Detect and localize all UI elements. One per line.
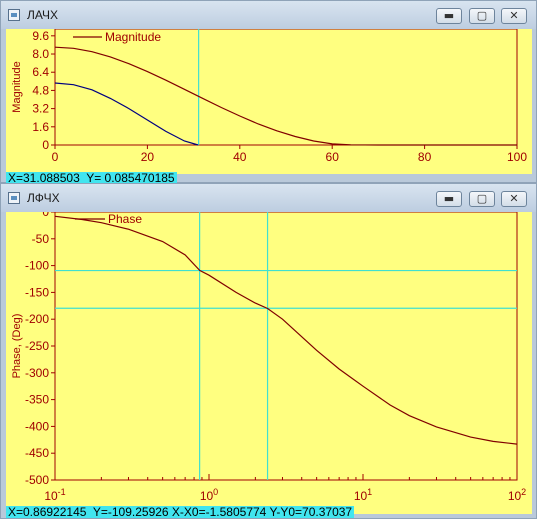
y-tick-label: 0 xyxy=(42,138,49,152)
y-tick-label: -200 xyxy=(25,312,49,326)
x-tick-label: 102 xyxy=(508,487,526,503)
y-tick-label: -350 xyxy=(25,393,49,407)
phase-chart[interactable]: 10-1 100 101 102 0 -50 -100 -150 -200 -250 -300 -35… xyxy=(6,212,532,514)
maximize-button[interactable]: ▢ xyxy=(469,8,495,24)
maximize-button[interactable]: ▢ xyxy=(469,191,495,207)
y-tick-label: -300 xyxy=(25,366,49,380)
y-tick-label: 4.8 xyxy=(32,83,49,97)
minimize-button[interactable]: ▬ xyxy=(436,8,462,24)
x-tick-label: 80 xyxy=(418,150,432,164)
x-tick-label: 101 xyxy=(354,487,372,503)
window-app-icon[interactable] xyxy=(8,192,20,204)
y-tick-label: -500 xyxy=(25,473,49,487)
magnitude-window-title: ЛАЧХ xyxy=(27,8,58,22)
series-line xyxy=(54,82,199,146)
magnitude-title-bar[interactable]: ЛАЧХ ▬ ▢ ✕ xyxy=(1,1,536,29)
close-button[interactable]: ✕ xyxy=(501,191,527,207)
legend-label: Magnitude xyxy=(105,30,161,44)
y-tick-label: 6.4 xyxy=(32,65,49,79)
y-tick-label: -150 xyxy=(25,285,49,299)
y-tick-label: -450 xyxy=(25,446,49,460)
plot-frame xyxy=(54,212,518,481)
y-tick-label: 8.0 xyxy=(32,47,49,61)
x-tick-label: 0 xyxy=(52,150,59,164)
close-button[interactable]: ✕ xyxy=(501,8,527,24)
x-tick-label: 60 xyxy=(326,150,340,164)
y-tick-label: 0 xyxy=(42,212,49,219)
phase-title-bar[interactable]: ЛФЧХ ▬ ▢ ✕ xyxy=(1,184,536,212)
magnitude-chart[interactable]: 0 20 40 60 80 100 0 1.6 3.2 4.8 6.4 8.0 9.6 Magnitude… xyxy=(6,29,532,174)
x-tick-label: 20 xyxy=(141,150,155,164)
phase-window: ЛФЧХ ▬ ▢ ✕ 10-1 100 101 102 0 -50 -100 -150 -200… xyxy=(0,183,537,519)
phase-plot-area[interactable]: 10-1 100 101 102 0 -50 -100 -150 -200 -250 -300 -35… xyxy=(6,212,532,514)
y-tick-label: 3.2 xyxy=(32,102,49,116)
y-tick-label: -50 xyxy=(32,232,50,246)
series-line xyxy=(54,46,517,146)
x-tick-label: 10-1 xyxy=(44,487,65,503)
y-tick-label: 1.6 xyxy=(32,120,49,134)
y-tick-label: -100 xyxy=(25,259,49,273)
minimize-button[interactable]: ▬ xyxy=(436,191,462,207)
y-tick-label: -250 xyxy=(25,339,49,353)
y-axis-label: Magnitude xyxy=(11,61,23,112)
magnitude-plot-area[interactable]: 0 20 40 60 80 100 0 1.6 3.2 4.8 6.4 8.0 9.6 Magnitude… xyxy=(6,29,532,174)
magnitude-window: ЛАЧХ ▬ ▢ ✕ 0 20 40 60 80 100 0 1.6 3.2 4.8 6.4 8.0 9… xyxy=(0,0,537,184)
series-line xyxy=(54,215,518,445)
plot-frame xyxy=(54,29,518,146)
y-tick-label: 9.6 xyxy=(32,29,49,43)
x-tick-label: 100 xyxy=(507,150,527,164)
y-tick-label: -400 xyxy=(25,419,49,433)
y-axis-label: Phase, (Deg) xyxy=(11,314,23,379)
phase-cursor-readout: X=0.86922145 Y=-109.25926 X-X0=-1.580577… xyxy=(6,505,355,519)
legend-label: Phase xyxy=(108,212,142,226)
x-tick-label: 100 xyxy=(200,487,218,503)
phase-window-title: ЛФЧХ xyxy=(27,191,60,205)
x-tick-label: 40 xyxy=(233,150,247,164)
window-app-icon[interactable] xyxy=(8,9,20,21)
